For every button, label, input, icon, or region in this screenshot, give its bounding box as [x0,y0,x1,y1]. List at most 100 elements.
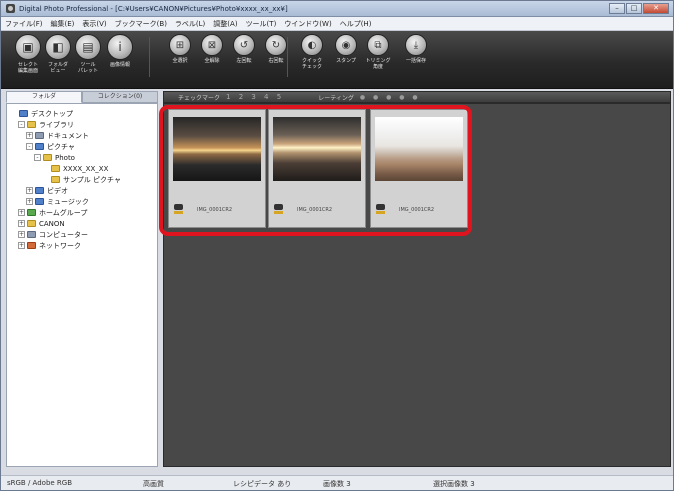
folder-icon [35,132,44,139]
expand-icon[interactable]: + [18,209,25,216]
tree-item[interactable]: - ライブラリ [7,119,157,130]
toolbar-button[interactable]: ◐ クイック チェック [297,34,327,70]
folder-tree[interactable]: デスクトップ - ライブラリ + ドキュメント - ピクチャ - Photo XXXX_XX_XX… [6,103,158,467]
tree-item[interactable]: + ネットワーク [7,240,157,251]
tree-item[interactable]: + ビデオ [7,185,157,196]
toolbar-button[interactable]: ⤓ 一括保存 [401,34,431,64]
tree-item[interactable]: XXXX_XX_XX [7,163,157,174]
toolbar-button-label: 全解除 [204,58,220,64]
tree-item[interactable]: サンプル ピクチャ [7,174,157,185]
expand-icon[interactable]: + [18,220,25,227]
tree-item[interactable]: + ドキュメント [7,130,157,141]
camera-icon [274,204,283,210]
stamp-icon: ◉ [335,34,357,56]
batch-save-icon: ⤓ [405,34,427,56]
tree-item[interactable]: - Photo [7,152,157,163]
app-window: Digital Photo Professional - [C:¥Users¥C… [0,0,674,491]
menu-item[interactable]: ツール(T) [246,19,277,29]
expand-icon[interactable]: + [18,231,25,238]
expand-icon[interactable]: + [26,198,33,205]
thumbnail[interactable]: IMG_0001CR2 [168,109,266,228]
tree-item[interactable]: + CANON [7,218,157,229]
toolbar-separator [149,37,150,77]
window-controls: – □ ✕ [608,3,669,14]
tree-item-label: ビデオ [47,186,68,195]
tree-item-label: ライブラリ [39,120,74,129]
rotate-left-icon: ↺ [233,34,255,56]
thumbnail-image[interactable] [273,117,361,181]
tree-item-label: XXXX_XX_XX [63,164,109,173]
toolbar-button-label: 全選択 [172,58,188,64]
tree-item-label: ミュージック [47,197,89,206]
toolbar-button-label: 一括保存 [405,58,426,64]
toolbar-button[interactable]: ◧ フォルダ ビュー [43,34,73,74]
thumbnail-image[interactable] [375,117,463,181]
expand-icon[interactable]: + [26,187,33,194]
collapse-icon[interactable]: - [26,143,33,150]
rating-filter[interactable]: ● ● ● ● ● [360,94,421,101]
tree-item-label: ネットワーク [39,241,81,250]
tree-item[interactable]: + ミュージック [7,196,157,207]
thumbnail[interactable]: IMG_0001CR2 [370,109,468,228]
menu-item[interactable]: ウインドウ(W) [284,19,331,29]
toolbar-button-label: フォルダ ビュー [47,62,68,74]
menu-item[interactable]: ブックマーク(B) [115,19,167,29]
menu-item[interactable]: ラベル(L) [175,19,205,29]
minimize-button[interactable]: – [609,3,625,14]
toolbar-button[interactable]: ⊞ 全選択 [165,34,195,64]
tool-palette-icon: ▤ [75,34,101,60]
toolbar-button-label: 左回転 [236,58,252,64]
title-bar[interactable]: Digital Photo Professional - [C:¥Users¥C… [1,1,673,17]
toolbar-button[interactable]: ◉ スタンプ [331,34,361,64]
folder-icon [27,220,36,227]
folder-icon [35,143,44,150]
raw-badge-icon [174,204,183,214]
close-button[interactable]: ✕ [643,3,669,14]
tree-item[interactable]: - ピクチャ [7,141,157,152]
toolbar-button-label: 画像情報 [109,62,130,68]
expand-icon[interactable]: + [26,132,33,139]
toolbar-button[interactable]: ⧉ トリミング 角度 [363,34,393,70]
toolbar-button-label: セレクト 編集画面 [17,62,38,74]
camera-icon [376,204,385,210]
deselect-all-icon: ⊠ [201,34,223,56]
maximize-button[interactable]: □ [626,3,642,14]
toolbar-button-label: スタンプ [336,58,356,64]
menu-item[interactable]: 表示(V) [82,19,106,29]
tab-collection[interactable]: コレクション(0) [82,91,158,103]
status-selected-count: 選択画像数 3 [433,480,475,488]
toolbar-button-label: クイック チェック [301,58,322,70]
toolbar-button[interactable]: ⊠ 全解除 [197,34,227,64]
app-icon [6,4,15,13]
toolbar: ▣ セレクト 編集画面 ◧ フォルダ ビュー ▤ ツール パレット i 画像情報 ⊞ 全選択 ⊠ 全解除 ↺ 左… [1,31,673,89]
tree-item[interactable]: デスクトップ [7,108,157,119]
select-edit-icon: ▣ [15,34,41,60]
tree-item[interactable]: + ホームグループ [7,207,157,218]
window-title: Digital Photo Professional - [C:¥Users¥C… [19,4,288,13]
toolbar-button[interactable]: ▤ ツール パレット [73,34,103,74]
content-header: チェックマーク 1 2 3 4 5 レーティング ● ● ● ● ● [163,91,671,103]
tab-folder[interactable]: フォルダ [6,91,82,103]
toolbar-separator [287,37,288,77]
tree-item[interactable]: + コンピューター [7,229,157,240]
expand-icon[interactable]: + [18,242,25,249]
toolbar-button[interactable]: ▣ セレクト 編集画面 [13,34,43,74]
folder-icon [35,187,44,194]
menu-item[interactable]: 調整(A) [213,19,237,29]
menu-item[interactable]: ヘルプ(H) [340,19,372,29]
menu-item[interactable]: 編集(E) [51,19,75,29]
collapse-icon[interactable]: - [18,121,25,128]
toolbar-button[interactable]: ↺ 左回転 [229,34,259,64]
status-image-count: 画像数 3 [323,480,351,488]
toolbar-button[interactable]: i 画像情報 [105,34,135,68]
thumbnail[interactable]: IMG_0001CR2 [268,109,366,228]
thumbnail-image[interactable] [173,117,261,181]
menu-item[interactable]: ファイル(F) [5,19,43,29]
collapse-icon[interactable]: - [34,154,41,161]
thumbnail-area[interactable]: IMG_0001CR2 IMG_0001CR2 IMG_0001CR2 [163,103,671,467]
folder-icon [27,121,36,128]
check-mark-filter[interactable]: 1 2 3 4 5 [226,93,284,101]
folder-icon [35,198,44,205]
